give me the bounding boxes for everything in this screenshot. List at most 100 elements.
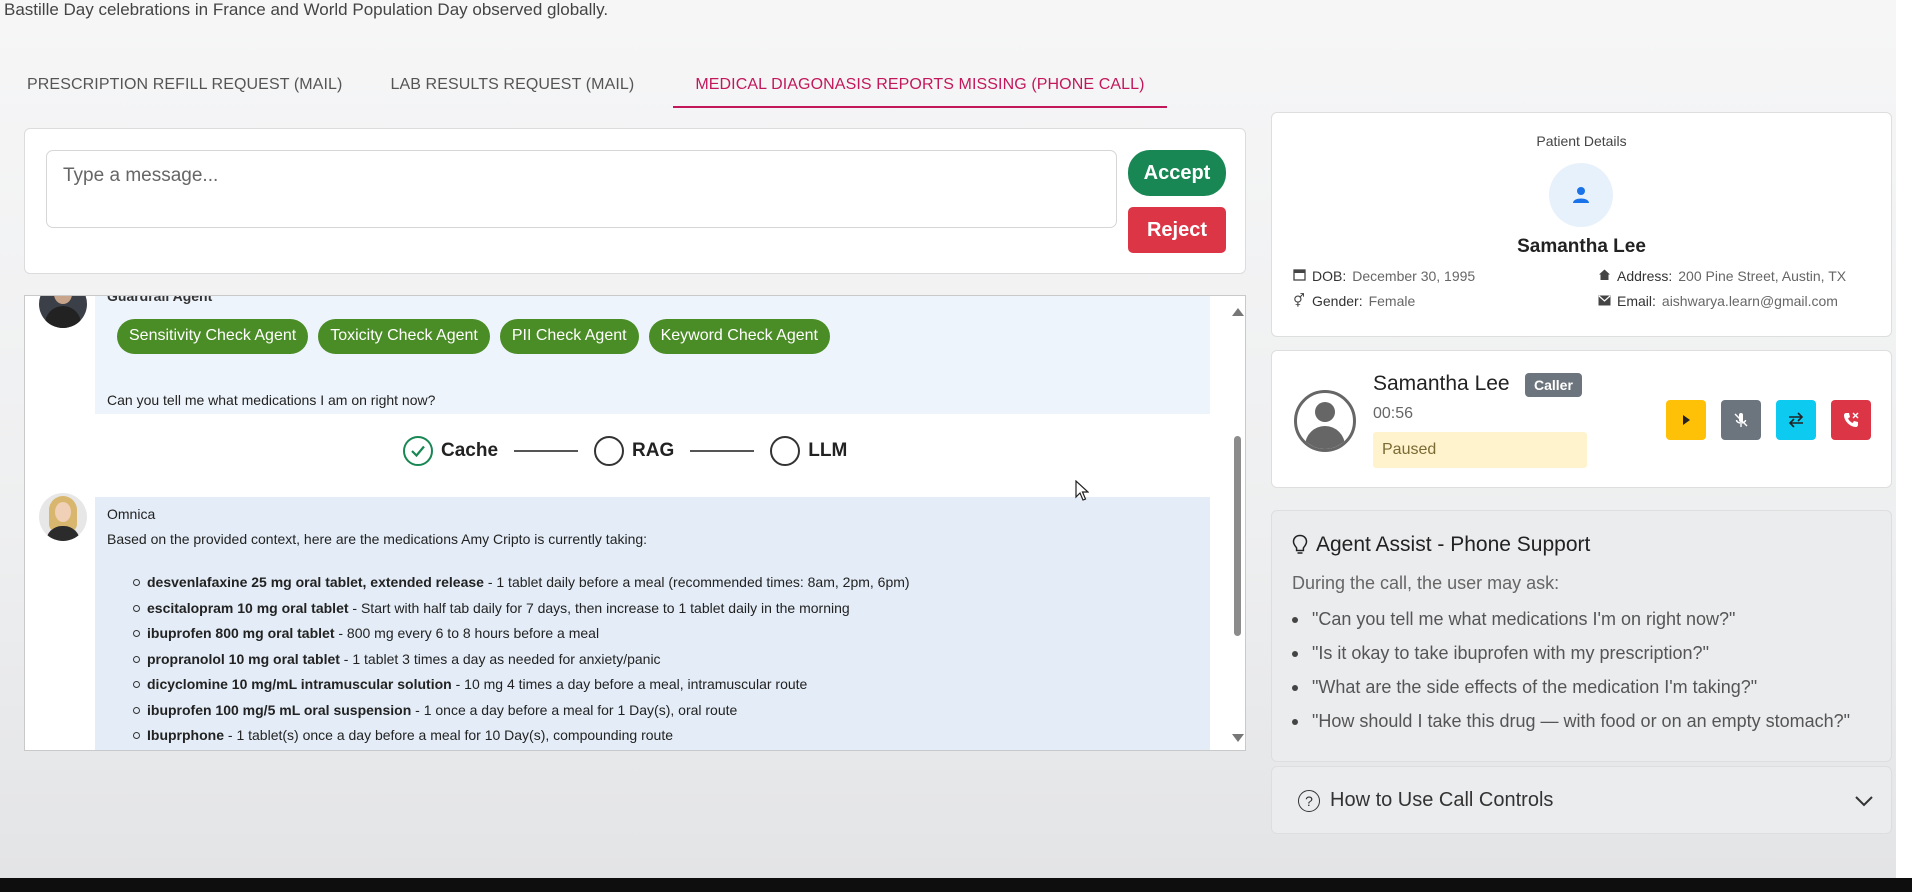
agent-chip[interactable]: Toxicity Check Agent xyxy=(318,319,490,354)
pipeline-connector xyxy=(514,450,579,452)
patient-email: Email: aishwarya.learn@gmail.com xyxy=(1597,293,1838,309)
taskbar-strip xyxy=(0,878,1912,892)
user-avatar-icon xyxy=(1294,390,1356,452)
caller-name: Samantha Lee xyxy=(1373,372,1510,395)
pipeline-step-label: RAG xyxy=(632,440,675,461)
agent-assist-card: Agent Assist - Phone Support During the … xyxy=(1271,510,1892,762)
list-item: "What are the side effects of the medica… xyxy=(1291,677,1850,711)
scroll-down-icon[interactable] xyxy=(1232,734,1244,742)
call-controls-help-accordion[interactable]: ? How to Use Call Controls xyxy=(1271,766,1892,834)
check-circle-icon xyxy=(403,436,433,466)
pipeline-step-rag: RAG xyxy=(594,436,674,466)
accordion-title: How to Use Call Controls xyxy=(1330,789,1554,811)
request-tabs: PRESCRIPTION REFILL REQUEST (MAIL) LAB R… xyxy=(24,70,1191,108)
medication-detail: - 800 mg every 6 to 8 hours before a mea… xyxy=(334,625,600,641)
field-label: Address: xyxy=(1617,268,1673,284)
phone-icon xyxy=(1844,412,1859,427)
chat-thread: Guardrail Agent Sensitivity Check Agent … xyxy=(24,295,1246,751)
list-item: dicyclomine 10 mg/mL intramuscular solut… xyxy=(133,676,910,702)
assist-subtitle: During the call, the user may ask: xyxy=(1292,573,1560,593)
agent-chip[interactable]: Keyword Check Agent xyxy=(648,319,830,354)
pipeline-step-cache: Cache xyxy=(403,436,498,466)
list-item: ibuprofen 800 mg oral tablet - 800 mg ev… xyxy=(133,625,910,651)
bot-intro: Based on the provided context, here are … xyxy=(107,531,648,547)
list-item: desvenlafaxine 25 mg oral tablet, extend… xyxy=(133,574,910,600)
empty-circle-icon xyxy=(594,436,625,466)
field-value: Female xyxy=(1368,293,1416,309)
section-title: Patient Details xyxy=(1536,133,1627,149)
medication-name: ibuprofen 800 mg oral tablet xyxy=(147,625,335,641)
list-item: Ibuprphone - 1 tablet(s) once a day befo… xyxy=(133,727,910,750)
call-status: Paused xyxy=(1373,432,1587,468)
list-item: escitalopram 10 mg oral tablet - Start w… xyxy=(133,599,910,626)
pipeline-step-llm: LLM xyxy=(770,436,847,466)
pipeline-step-label: Cache xyxy=(441,440,499,461)
transfer-button[interactable] xyxy=(1776,400,1816,440)
chat-scrollbar[interactable] xyxy=(1228,296,1245,750)
medication-detail: - 1 tablet(s) once a day before a meal f… xyxy=(224,727,674,743)
medication-name: ibuprofen 100 mg/5 mL oral suspension xyxy=(147,701,412,718)
message-input[interactable] xyxy=(46,150,1117,228)
scroll-thumb[interactable] xyxy=(1234,436,1241,636)
hang-up-button[interactable] xyxy=(1831,400,1871,440)
message-composer: Accept Reject xyxy=(24,128,1246,274)
medication-name: escitalopram 10 mg oral tablet xyxy=(147,599,349,616)
play-button[interactable] xyxy=(1666,400,1706,440)
agent-chip[interactable]: Sensitivity Check Agent xyxy=(117,319,309,354)
reject-button[interactable]: Reject xyxy=(1128,207,1226,253)
tab-lab-results[interactable]: LAB RESULTS REQUEST (MAIL) xyxy=(387,70,655,108)
field-value: December 30, 1995 xyxy=(1352,268,1476,284)
mouse-cursor-icon xyxy=(1075,480,1089,501)
medication-name: desvenlafaxine 25 mg oral tablet, extend… xyxy=(147,574,484,590)
medication-name: propranolol 10 mg oral tablet xyxy=(147,650,340,667)
omnica-avatar xyxy=(39,493,87,541)
chevron-down-icon[interactable] xyxy=(1852,789,1876,813)
accept-button[interactable]: Accept xyxy=(1128,150,1226,196)
patient-dob: DOB: December 30, 1995 xyxy=(1292,268,1475,284)
list-item: "Can you tell me what medications I'm on… xyxy=(1291,609,1850,643)
field-value: aishwarya.learn@gmail.com xyxy=(1661,293,1838,309)
tab-prescription-refill[interactable]: PRESCRIPTION REFILL REQUEST (MAIL) xyxy=(24,70,363,108)
patient-gender: ⚥ Gender: Female xyxy=(1292,293,1415,309)
medication-name: dicyclomine 10 mg/mL intramuscular solut… xyxy=(147,676,452,692)
patient-address: Address: 200 Pine Street, Austin, TX xyxy=(1597,268,1846,284)
active-call-card: Samantha Lee Caller 00:56 Paused xyxy=(1271,350,1892,488)
envelope-icon xyxy=(1597,294,1611,309)
field-label: Email: xyxy=(1617,293,1656,309)
transfer-icon xyxy=(1788,412,1804,428)
scroll-up-icon[interactable] xyxy=(1232,308,1244,316)
list-item: propranolol 10 mg oral tablet - 1 tablet… xyxy=(133,650,910,677)
call-duration: 00:56 xyxy=(1373,405,1414,422)
list-item: "Is it okay to take ibuprofen with my pr… xyxy=(1291,643,1850,677)
caller-badge: Caller xyxy=(1525,373,1582,397)
bot-name: Omnica xyxy=(107,506,156,522)
person-icon xyxy=(1549,163,1613,227)
home-icon xyxy=(1597,268,1611,284)
mute-button[interactable] xyxy=(1721,400,1761,440)
play-icon xyxy=(1683,415,1690,425)
user-question: Can you tell me what medications I am on… xyxy=(107,392,436,408)
assist-heading: Agent Assist - Phone Support xyxy=(1292,533,1590,557)
agent-chip[interactable]: PII Check Agent xyxy=(499,319,639,354)
question-circle-icon: ? xyxy=(1298,789,1320,812)
list-item: "How should I take this drug — with food… xyxy=(1291,711,1850,745)
assist-title: Agent Assist - Phone Support xyxy=(1316,533,1591,556)
window-edge xyxy=(1896,0,1912,878)
guardrail-agent-name: Guardrail Agent xyxy=(107,295,213,304)
field-label: Gender: xyxy=(1312,293,1363,309)
medication-detail: - 1 tablet 3 times a day as needed for a… xyxy=(339,650,661,667)
lightbulb-icon xyxy=(1292,534,1308,554)
pipeline-connector xyxy=(690,450,755,452)
pipeline-step-label: LLM xyxy=(808,440,848,461)
retrieval-pipeline: Cache RAG LLM xyxy=(403,436,847,466)
news-ticker: Bastille Day celebrations in France and … xyxy=(4,0,609,19)
field-label: DOB: xyxy=(1312,268,1347,284)
tab-medical-reports-missing[interactable]: MEDICAL DIAGONASIS REPORTS MISSING (PHON… xyxy=(673,70,1167,108)
accordion-header[interactable]: ? How to Use Call Controls xyxy=(1298,789,1553,812)
gender-icon: ⚥ xyxy=(1293,293,1305,308)
suggested-questions: "Can you tell me what medications I'm on… xyxy=(1291,609,1850,745)
medication-detail: - 1 tablet daily before a meal (recommen… xyxy=(483,574,910,590)
medication-list: desvenlafaxine 25 mg oral tablet, extend… xyxy=(133,574,910,750)
empty-circle-icon xyxy=(770,436,801,466)
medication-name: Ibuprphone xyxy=(147,727,224,743)
